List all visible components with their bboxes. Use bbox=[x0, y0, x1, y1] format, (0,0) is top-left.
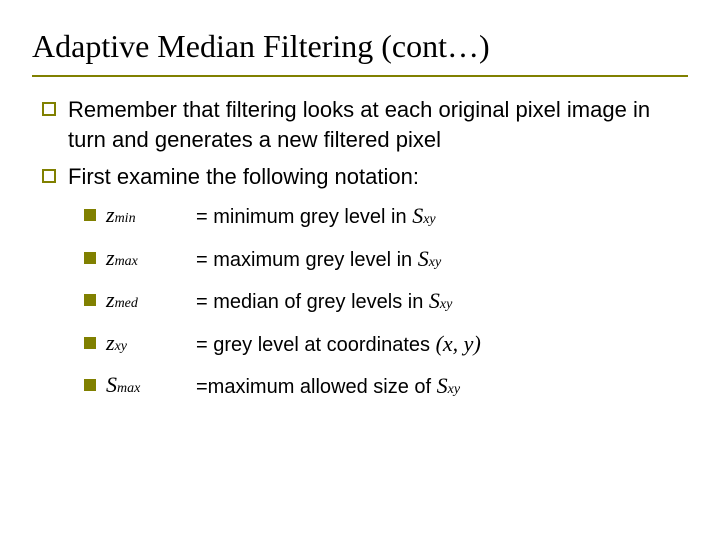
notation-list: zmin = minimum grey level in Sxy zmax = … bbox=[84, 202, 688, 401]
notation-item: Smax =maximum allowed size of Sxy bbox=[84, 372, 688, 401]
notation-definition: = minimum grey level in Sxy bbox=[196, 202, 436, 231]
outer-bullets: Remember that filtering looks at each or… bbox=[42, 95, 688, 401]
notation-definition: = grey level at coordinates (x, y) bbox=[196, 330, 481, 359]
bullet-text: Remember that filtering looks at each or… bbox=[68, 95, 688, 154]
notation-symbol: zmed bbox=[106, 287, 196, 313]
filled-square-icon bbox=[84, 379, 96, 391]
notation-definition: =maximum allowed size of Sxy bbox=[196, 372, 460, 401]
notation-symbol: zxy bbox=[106, 330, 196, 356]
filled-square-icon bbox=[84, 252, 96, 264]
notation-item: zmin = minimum grey level in Sxy bbox=[84, 202, 688, 231]
filled-square-icon bbox=[84, 294, 96, 306]
notation-symbol: zmax bbox=[106, 245, 196, 271]
notation-item: zxy = grey level at coordinates (x, y) bbox=[84, 330, 688, 359]
hollow-square-icon bbox=[42, 169, 56, 183]
filled-square-icon bbox=[84, 209, 96, 221]
hollow-square-icon bbox=[42, 102, 56, 116]
notation-definition: = maximum grey level in Sxy bbox=[196, 245, 441, 274]
bullet-item: First examine the following notation: bbox=[42, 162, 688, 192]
notation-definition: = median of grey levels in Sxy bbox=[196, 287, 452, 316]
notation-symbol: Smax bbox=[106, 372, 196, 398]
bullet-item: Remember that filtering looks at each or… bbox=[42, 95, 688, 154]
bullet-text: First examine the following notation: bbox=[68, 162, 419, 192]
filled-square-icon bbox=[84, 337, 96, 349]
slide-title: Adaptive Median Filtering (cont…) bbox=[32, 28, 688, 77]
notation-symbol: zmin bbox=[106, 202, 196, 228]
notation-item: zmax = maximum grey level in Sxy bbox=[84, 245, 688, 274]
notation-item: zmed = median of grey levels in Sxy bbox=[84, 287, 688, 316]
